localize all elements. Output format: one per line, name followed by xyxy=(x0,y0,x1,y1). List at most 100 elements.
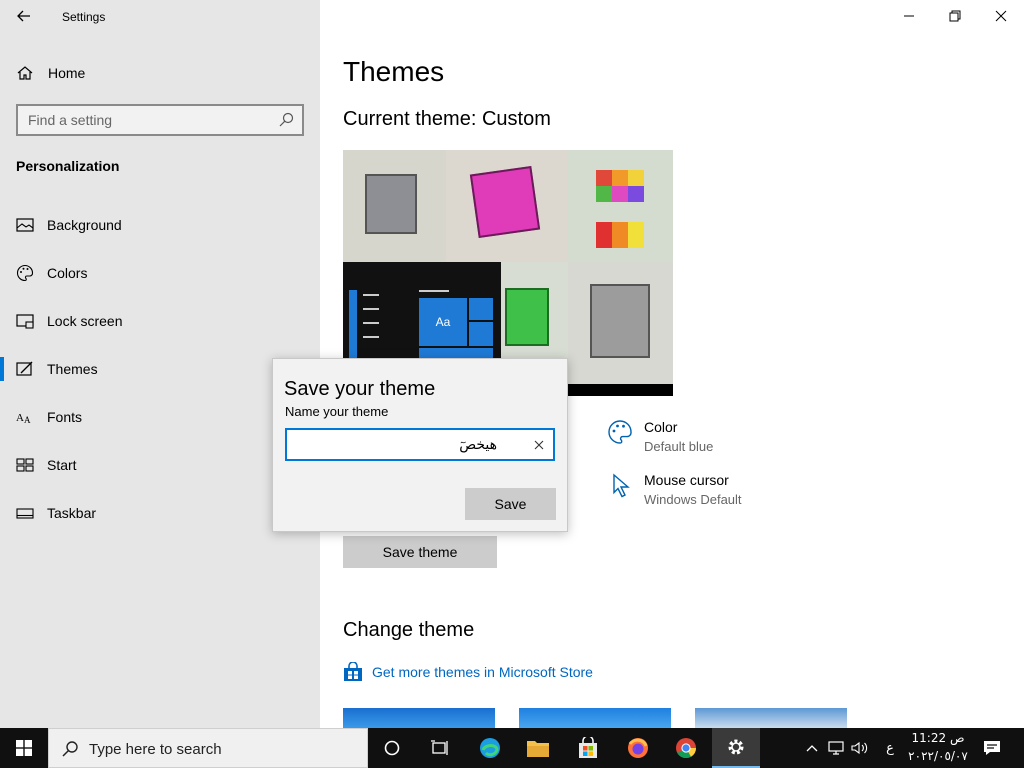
clock-time[interactable]: 11:22 ص xyxy=(908,731,968,745)
sidebar-item-label: Taskbar xyxy=(47,505,97,521)
action-center-button[interactable] xyxy=(980,728,1004,768)
volume-button[interactable] xyxy=(848,728,872,768)
fonts-icon: AA xyxy=(16,412,31,425)
section-title: Personalization xyxy=(16,158,120,174)
current-theme-title: Current theme: Custom xyxy=(343,108,551,130)
restore-button[interactable] xyxy=(932,0,978,32)
clock-date[interactable]: ٢٠٢٢/٠٥/٠٧ xyxy=(904,749,972,763)
theme-thumbnail[interactable] xyxy=(519,708,671,728)
sidebar-item-home[interactable]: Home xyxy=(0,58,320,88)
dialog-label: Name your theme xyxy=(285,404,389,419)
firefox-icon xyxy=(628,738,648,758)
store-link-label: Get more themes in Microsoft Store xyxy=(372,664,593,680)
cursor-icon xyxy=(613,473,630,498)
settings-search-input[interactable] xyxy=(18,106,268,134)
active-indicator xyxy=(0,357,4,381)
svg-text:A: A xyxy=(24,415,31,425)
sidebar-item-label: Start xyxy=(47,457,77,473)
clear-input-button[interactable] xyxy=(531,437,547,453)
sidebar-item-lock-screen[interactable]: Lock screen xyxy=(0,301,320,341)
restore-icon xyxy=(949,10,961,22)
sidebar-item-label: Themes xyxy=(47,361,98,377)
taskbar-app-firefox[interactable] xyxy=(614,728,662,768)
color-title: Color xyxy=(644,419,678,435)
change-theme-title: Change theme xyxy=(343,619,475,641)
svg-text:A: A xyxy=(16,412,24,424)
theme-name-field[interactable] xyxy=(285,428,555,461)
theme-name-input[interactable] xyxy=(287,430,527,459)
sidebar-item-colors[interactable]: Colors xyxy=(0,253,320,293)
wallpaper-tile xyxy=(568,262,673,396)
settings-window: Settings Home Personalization Background… xyxy=(0,0,1024,728)
store-icon xyxy=(344,662,362,681)
save-theme-button[interactable]: Save theme xyxy=(343,536,497,568)
taskbar-app-chrome[interactable] xyxy=(662,728,710,768)
back-arrow-icon xyxy=(17,10,30,22)
folder-icon xyxy=(527,741,549,757)
sidebar-item-label: Colors xyxy=(47,265,88,281)
title-bar: Settings xyxy=(0,0,320,32)
taskbar-app-store[interactable] xyxy=(564,728,612,768)
taskbar-app-file-explorer[interactable] xyxy=(514,728,562,768)
app-title: Settings xyxy=(62,10,106,24)
color-value: Default blue xyxy=(644,439,714,454)
minimize-icon xyxy=(904,15,914,17)
task-view-button[interactable] xyxy=(416,728,464,768)
start-icon xyxy=(16,458,34,472)
home-icon xyxy=(17,66,33,80)
task-view-icon xyxy=(431,740,448,755)
wallpaper-tile xyxy=(343,150,446,262)
theme-thumbnail[interactable] xyxy=(695,708,847,728)
lock-screen-icon xyxy=(16,314,34,329)
search-icon xyxy=(279,112,294,127)
cortana-button[interactable] xyxy=(368,728,416,768)
palette-icon xyxy=(17,264,34,282)
search-icon xyxy=(62,741,78,757)
start-button[interactable] xyxy=(0,728,48,768)
store-link[interactable]: Get more themes in Microsoft Store xyxy=(343,662,613,684)
palette-icon xyxy=(608,420,632,444)
notifications-icon xyxy=(984,741,1000,755)
taskbar: Type here to search ع 11:22 ص ٢٠٢٢/٠٥/٠٧ xyxy=(0,728,1024,768)
close-button[interactable] xyxy=(978,0,1024,32)
preview-tile-label: Aa xyxy=(419,298,467,346)
page-title: Themes xyxy=(343,56,445,87)
picture-icon xyxy=(16,218,34,232)
chevron-up-icon xyxy=(806,745,818,752)
mouse-cursor-value: Windows Default xyxy=(644,492,742,507)
store-icon xyxy=(579,737,597,758)
minimize-button[interactable] xyxy=(886,0,932,32)
edge-icon xyxy=(480,738,500,758)
windows-logo-icon xyxy=(16,740,32,756)
gear-icon xyxy=(728,739,744,755)
network-icon xyxy=(828,741,844,755)
dialog-title: Save your theme xyxy=(284,378,436,400)
themes-icon xyxy=(16,361,33,376)
cortana-icon xyxy=(384,740,400,756)
back-button[interactable] xyxy=(10,4,38,28)
dialog-save-button[interactable]: Save xyxy=(465,488,556,520)
close-icon xyxy=(534,440,544,450)
taskbar-app-edge[interactable] xyxy=(466,728,514,768)
close-icon xyxy=(995,10,1007,22)
mouse-cursor-title: Mouse cursor xyxy=(644,472,729,488)
chrome-icon xyxy=(676,738,697,759)
taskbar-app-settings[interactable] xyxy=(712,728,760,768)
sidebar-item-background[interactable]: Background xyxy=(0,205,320,245)
sidebar-item-label: Background xyxy=(47,217,122,233)
input-language-button[interactable]: ع xyxy=(878,728,902,768)
sidebar-item-label: Lock screen xyxy=(47,313,123,329)
taskbar-search-box[interactable]: Type here to search xyxy=(48,728,368,768)
wallpaper-tile xyxy=(568,150,673,262)
network-button[interactable] xyxy=(824,728,848,768)
wallpaper-tile xyxy=(446,150,568,262)
settings-search-box[interactable] xyxy=(16,104,304,136)
taskbar-icon xyxy=(16,508,34,519)
sidebar-item-label: Fonts xyxy=(47,409,83,425)
sidebar-item-label: Home xyxy=(48,65,86,81)
taskbar-search-placeholder: Type here to search xyxy=(89,741,222,758)
show-hidden-icons-button[interactable] xyxy=(802,728,822,768)
theme-thumbnail[interactable] xyxy=(343,708,495,728)
save-theme-dialog: Save your theme Name your theme Save xyxy=(272,358,568,532)
volume-icon xyxy=(851,741,868,755)
